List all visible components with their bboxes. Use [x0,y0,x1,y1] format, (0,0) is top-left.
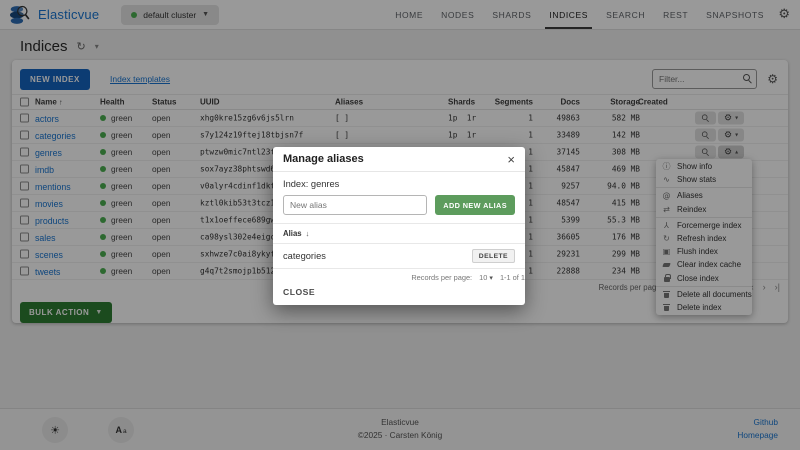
close-icon[interactable]: × [507,153,515,166]
alias-name: categories [283,251,326,261]
alias-list: categories DELETE [273,243,525,268]
records-per-page-label: Records per page: [411,273,472,282]
chevron-down-icon: ▾ [489,275,493,282]
alias-row: categories DELETE [283,249,515,263]
add-new-alias-button[interactable]: ADD NEW ALIAS [435,195,515,215]
modal-title: Manage aliases [283,153,364,165]
sort-desc-icon: ↓ [306,229,310,238]
close-modal-button[interactable]: CLOSE [283,287,315,297]
modal-header: Manage aliases × [273,147,525,172]
delete-alias-button[interactable]: DELETE [472,249,515,263]
alias-column-header[interactable]: Alias ↓ [273,223,525,243]
manage-aliases-modal: Manage aliases × Index: genres ADD NEW A… [273,147,525,305]
elasticvue-app: Elasticvue default cluster ▼ HOMENODESSH… [0,0,800,450]
new-alias-row: ADD NEW ALIAS [283,195,515,215]
modal-body: Index: genres ADD NEW ALIAS Alias ↓ cate… [273,172,525,282]
new-alias-input[interactable] [283,195,427,215]
pagination-range: 1-1 of 1 [500,273,525,282]
modal-index-label: Index: genres [283,179,515,189]
modal-pagination: Records per page: 10 ▾ 1-1 of 1 [273,268,525,282]
per-page-select[interactable]: 10 ▾ [479,273,493,282]
